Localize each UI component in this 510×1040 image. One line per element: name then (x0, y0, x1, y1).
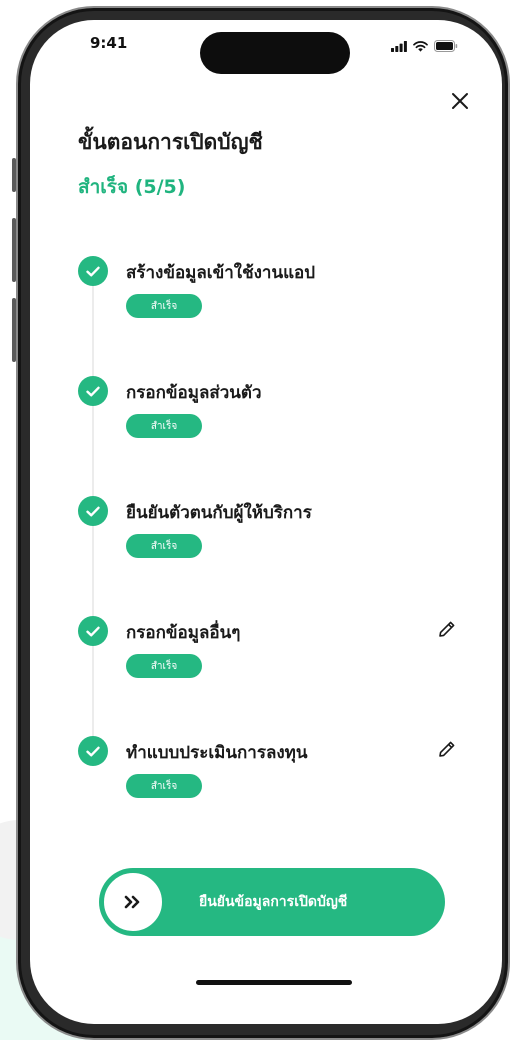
step-timeline: สร้างข้อมูลเข้าใช้งานแอป สำเร็จ กรอกข้อม… (30, 20, 502, 840)
status-badge: สำเร็จ (126, 654, 202, 678)
step-label: กรอกข้อมูลส่วนตัว (126, 383, 262, 403)
check-icon (78, 736, 108, 766)
status-badge: สำเร็จ (126, 414, 202, 438)
step-item: กรอกข้อมูลอื่นๆ สำเร็จ (78, 616, 478, 686)
step-label: ยืนยันตัวตนกับผู้ให้บริการ (126, 503, 312, 523)
step-label: กรอกข้อมูลอื่นๆ (126, 623, 241, 643)
slide-handle[interactable] (102, 871, 164, 933)
edit-button[interactable] (434, 736, 460, 762)
status-badge: สำเร็จ (126, 774, 202, 798)
home-indicator (196, 980, 352, 985)
step-item: สร้างข้อมูลเข้าใช้งานแอป สำเร็จ (78, 256, 478, 326)
step-label: สร้างข้อมูลเข้าใช้งานแอป (126, 263, 316, 283)
check-icon (78, 376, 108, 406)
pencil-icon (439, 741, 455, 757)
pencil-icon (439, 621, 455, 637)
page: 9:41 ขั้นตอนการเปิดบัญชี สำเร็จ (5/5) สร… (0, 0, 510, 1040)
confirm-slide-button[interactable]: ยืนยันข้อมูลการเปิดบัญชี (99, 868, 445, 936)
check-icon (78, 256, 108, 286)
step-item: กรอกข้อมูลส่วนตัว สำเร็จ (78, 376, 478, 446)
silent-switch (12, 158, 16, 192)
step-label: ทำแบบประเมินการลงทุน (126, 743, 308, 763)
double-chevron-right-icon (124, 895, 140, 909)
edit-button[interactable] (434, 616, 460, 642)
status-badge: สำเร็จ (126, 534, 202, 558)
phone-screen: 9:41 ขั้นตอนการเปิดบัญชี สำเร็จ (5/5) สร… (30, 20, 502, 1024)
check-icon (78, 496, 108, 526)
step-item: ทำแบบประเมินการลงทุน สำเร็จ (78, 736, 478, 806)
volume-up-button (12, 218, 16, 282)
volume-down-button (12, 298, 16, 362)
confirm-label: ยืนยันข้อมูลการเปิดบัญชี (199, 894, 348, 910)
status-badge: สำเร็จ (126, 294, 202, 318)
check-icon (78, 616, 108, 646)
step-item: ยืนยันตัวตนกับผู้ให้บริการ สำเร็จ (78, 496, 478, 566)
